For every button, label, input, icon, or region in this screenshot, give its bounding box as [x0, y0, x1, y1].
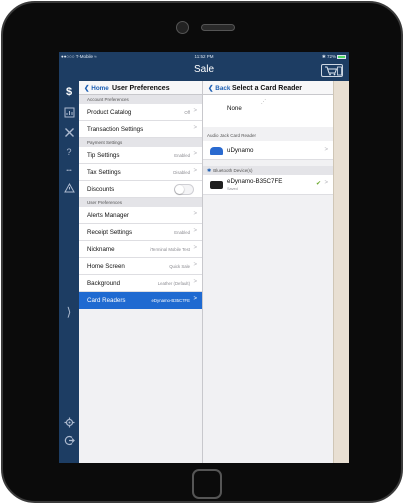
row-label: Alerts Manager	[87, 212, 129, 219]
device-name: uDynamo	[227, 147, 254, 154]
section-payment-settings: Payment Settings	[79, 138, 202, 147]
audio-jack-section-header: Audio Jack Card Reader	[207, 133, 257, 138]
chevron-left-icon: ❮	[208, 85, 214, 92]
status-time: 11:52 PM	[194, 54, 214, 59]
device-name: eDynamo-B35C7FE	[227, 178, 283, 185]
background-edge	[333, 81, 349, 463]
row-tip-settings[interactable]: Tip Settings Enabled >	[79, 147, 202, 164]
sidebar: $ ? ••• ⟩	[59, 81, 79, 463]
row-transaction-settings[interactable]: Transaction Settings >	[79, 121, 202, 138]
row-value: eDynamo-B35C7FE	[151, 298, 190, 303]
chevron-right-icon: >	[193, 108, 197, 114]
row-alerts-manager[interactable]: Alerts Manager >	[79, 207, 202, 224]
card-reader-header: ❮ Back Select a Card Reader	[203, 81, 333, 95]
row-label: Transaction Settings	[87, 126, 144, 133]
page-title: Sale	[193, 64, 214, 75]
tools-icon[interactable]	[62, 125, 76, 139]
row-label: Tax Settings	[87, 169, 121, 176]
section-account-preferences: Account Preferences	[79, 95, 202, 104]
row-home-screen[interactable]: Home Screen Quick Sale >	[79, 258, 202, 275]
audio-reader-icon	[210, 147, 223, 155]
device-edynamo[interactable]: eDynamo-B35C7FE Saved ✔ >	[203, 175, 333, 195]
chevron-right-icon: >	[193, 125, 197, 131]
row-label: Product Catalog	[87, 109, 132, 116]
row-label: Discounts	[87, 186, 115, 193]
chevron-right-icon: >	[193, 151, 197, 157]
ipad-frame: ●●○○○ T-Mobile ≈ 11:52 PM ✱ 72% Sale $ ?…	[1, 1, 403, 503]
discounts-toggle[interactable]	[174, 184, 194, 195]
row-label: Background	[87, 280, 121, 287]
card-reader-title: Select a Card Reader	[232, 84, 303, 92]
home-button[interactable]	[192, 469, 222, 499]
register-icon[interactable]	[62, 105, 76, 119]
card-reader-panel: ❮ Back Select a Card Reader ⋰ None Audio …	[203, 81, 333, 463]
row-nickname[interactable]: Nickname iTerminal Mobile Test >	[79, 241, 202, 258]
battery-icon	[337, 54, 346, 59]
row-tax-settings[interactable]: Tax Settings Disabled >	[79, 164, 202, 181]
loading-spinner-icon: ⋰	[261, 99, 266, 105]
chevron-right-icon: >	[193, 279, 197, 285]
status-bar: ●●○○○ T-Mobile ≈ 11:52 PM ✱ 72%	[59, 52, 349, 61]
row-card-readers[interactable]: Card Readers eDynamo-B35C7FE >	[79, 292, 202, 309]
help-icon[interactable]: ?	[62, 145, 76, 159]
section-user-preferences: User Preferences	[79, 198, 202, 207]
option-none[interactable]: ⋰ None	[203, 95, 333, 127]
dollar-icon[interactable]: $	[62, 85, 76, 99]
device-udynamo[interactable]: uDynamo >	[203, 141, 333, 160]
back-button[interactable]: ❮ Back	[208, 85, 230, 92]
chevron-right-icon: >	[324, 180, 328, 186]
row-label: Card Readers	[87, 297, 126, 304]
chevron-right-icon: >	[193, 228, 197, 234]
row-discounts: Discounts	[79, 181, 202, 198]
row-value: Off	[184, 110, 190, 115]
user-preferences-header: ❮ Home User Preferences	[79, 81, 202, 95]
chevron-right-icon: >	[193, 245, 197, 251]
row-receipt-settings[interactable]: Receipt Settings Enabled >	[79, 224, 202, 241]
bluetooth-icon: ✱	[207, 168, 212, 174]
user-preferences-panel: ❮ Home User Preferences Account Preferenc…	[79, 81, 203, 463]
home-back-button[interactable]: ❮ Home	[84, 85, 109, 92]
bluetooth-section-header: ✱ Bluetooth Device(s)	[203, 166, 333, 175]
row-value: Disabled	[173, 170, 190, 175]
device-status: Saved	[227, 187, 238, 191]
front-camera	[176, 21, 189, 34]
expand-icon[interactable]: ⟩	[62, 305, 76, 319]
chevron-right-icon: >	[193, 262, 197, 268]
row-value: Enabled	[174, 230, 190, 235]
chevron-right-icon: >	[193, 296, 197, 302]
row-label: Nickname	[87, 246, 115, 253]
dots-icon[interactable]: •••	[62, 164, 76, 178]
row-product-catalog[interactable]: Product Catalog Off >	[79, 104, 202, 121]
cart-button[interactable]	[321, 64, 343, 77]
row-value: Leather (Default)	[157, 281, 190, 286]
checkmark-icon: ✔	[315, 181, 321, 187]
toggle-knob	[175, 185, 184, 194]
row-value: Enabled	[174, 153, 190, 158]
chevron-right-icon: >	[324, 147, 328, 153]
row-label: Tip Settings	[87, 152, 120, 159]
settings-icon[interactable]	[62, 415, 76, 429]
battery-indicator: ✱ 72%	[322, 54, 346, 60]
app-screen: ●●○○○ T-Mobile ≈ 11:52 PM ✱ 72% Sale $ ?…	[59, 52, 349, 463]
row-label: Home Screen	[87, 263, 125, 270]
row-background[interactable]: Background Leather (Default) >	[79, 275, 202, 292]
chevron-right-icon: >	[193, 211, 197, 217]
chevron-right-icon: >	[193, 168, 197, 174]
chevron-left-icon: ❮	[84, 85, 90, 92]
warning-icon[interactable]	[62, 181, 76, 195]
row-label: Receipt Settings	[87, 229, 133, 236]
logout-icon[interactable]	[62, 433, 76, 447]
option-none-label: None	[227, 105, 242, 112]
cart-icon	[325, 66, 342, 76]
row-value: iTerminal Mobile Test	[149, 247, 190, 252]
earpiece-speaker	[201, 24, 235, 31]
user-preferences-title: User Preferences	[112, 84, 170, 92]
bluetooth-reader-icon	[210, 181, 223, 189]
row-value: Quick Sale	[169, 264, 190, 269]
app-title-bar: Sale	[59, 61, 349, 81]
